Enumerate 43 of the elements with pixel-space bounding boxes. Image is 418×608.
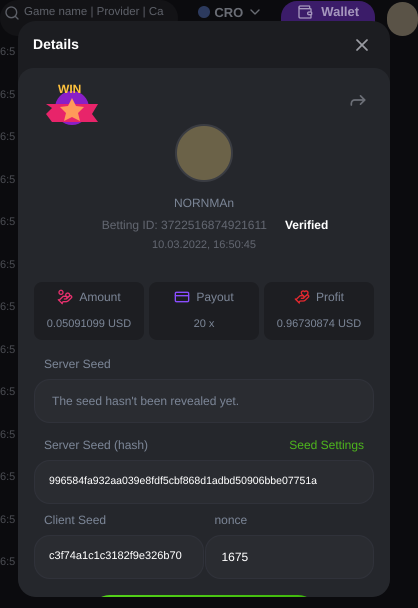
bet-date: 10.03.2022, 16:50:45 xyxy=(152,238,256,253)
currency-selector[interactable]: CRO xyxy=(198,4,264,20)
betting-id-text: Betting ID: 3722516874921611 xyxy=(102,217,267,234)
field-label: Client Seed xyxy=(44,512,108,528)
time-text: 6:5 xyxy=(0,45,16,60)
coins-hand-icon xyxy=(57,289,74,306)
stat-value: 0.96730874 USD xyxy=(276,317,362,332)
time-text: 6:5 xyxy=(0,172,16,188)
stat-value: 20 x xyxy=(194,317,214,332)
wallet-icon xyxy=(297,4,314,20)
card-icon xyxy=(174,289,190,306)
hand-icon xyxy=(294,289,310,306)
time-text: 6:5 xyxy=(0,385,16,400)
time-text: 6:5 xyxy=(0,130,16,145)
time-text: 6:5 xyxy=(0,300,16,315)
nonce-field[interactable]: 1675 xyxy=(204,534,374,578)
stat-label: Payout xyxy=(196,289,234,306)
field-label: Server Seed xyxy=(44,356,112,372)
time-text: 6:5 xyxy=(0,512,16,528)
dialog-title: Details xyxy=(33,35,79,54)
stat-label: Profit xyxy=(316,289,344,306)
avatar-photo[interactable] xyxy=(387,2,418,36)
search-input[interactable]: Game name | Provider | Ca xyxy=(24,5,178,20)
field-label: Server Seed (hash) xyxy=(44,436,148,454)
client-seed-field[interactable]: c3f74a1c1c3182f9e326b70 xyxy=(34,534,204,578)
status-text: Verified xyxy=(284,217,328,234)
win-label: WIN xyxy=(58,81,82,98)
time-text: 6:5 xyxy=(0,470,16,485)
time-text: 6:5 xyxy=(0,88,16,102)
server-seed-field[interactable]: The seed hasn't been revealed yet. xyxy=(34,378,374,422)
seed-settings-link[interactable]: Seed Settings xyxy=(289,436,364,454)
server-seed-hash-field[interactable]: 996584fa932aa039e8fdf5cbf868d1adbd50906bbe07751a xyxy=(34,460,374,504)
player-name: NORNMAn xyxy=(174,195,234,212)
time-text: 6:5 xyxy=(0,258,16,272)
time-text: 6:5 xyxy=(0,215,16,230)
field-label: nonce xyxy=(214,512,248,528)
search-icon xyxy=(4,5,20,21)
time-text: 6:5 xyxy=(0,428,16,442)
time-text: 6:5 xyxy=(0,555,16,570)
time-text: 6:5 xyxy=(0,342,16,358)
coin-icon xyxy=(198,6,210,18)
stat-label: Amount xyxy=(79,289,121,306)
stat-value: 0.05091099 USD xyxy=(46,317,132,332)
